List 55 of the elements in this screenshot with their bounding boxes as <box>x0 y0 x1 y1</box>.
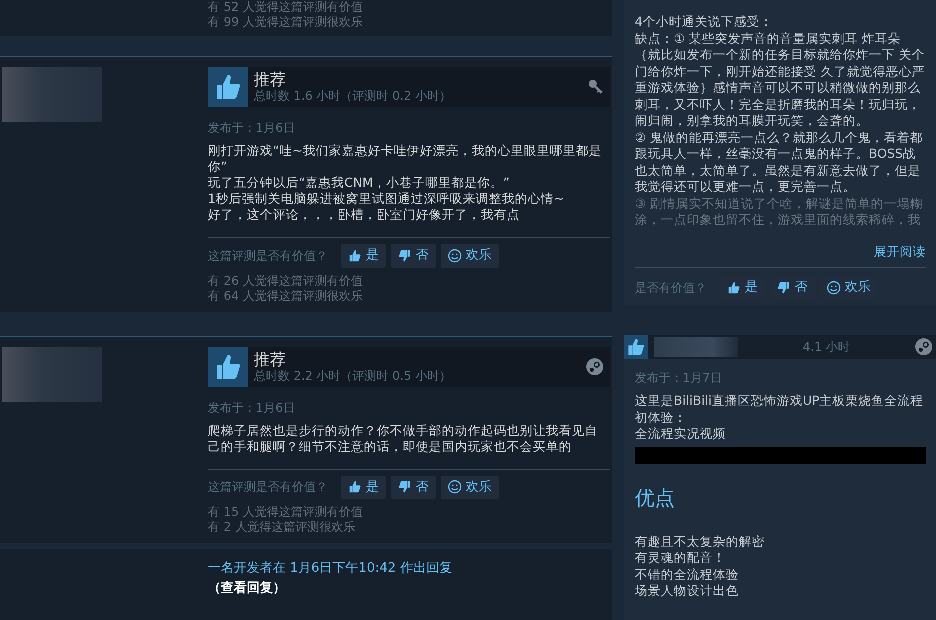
smiley-icon <box>448 248 462 263</box>
list-item-text: 有灵魂的配音！ <box>635 550 727 566</box>
helpful-count: 有 99 人觉得这篇评测很欢乐 <box>208 15 363 30</box>
review-text: 爬梯子居然也是步行的动作？你不做手部的动作起码也别让我看见自己的手和腿啊？细节不注意的话，即使是国内玩家也不会买单的 <box>208 422 599 454</box>
review-text: 好了，这个评论，，，卧槽，卧室门好像开了，我有点 <box>208 207 521 223</box>
review-text: ③ 剧情属实不知道说了个啥，解谜是简单的一塌糊涂，一点印象也留不住，游戏里面的线索稀碎，我 <box>635 196 924 228</box>
thumbs-up-icon <box>348 248 362 263</box>
review-text: 刚打开游戏“哇~我们家嘉惠好卡哇伊好漂亮，我的心里眼里哪里都是你” <box>208 143 603 175</box>
posted-date: 发布于：1月6日 <box>208 120 296 137</box>
expand-link[interactable]: 展开阅读 <box>635 242 926 262</box>
helpful-count: 有 64 人觉得这篇评测很欢乐 <box>208 288 364 304</box>
vote-funny-button[interactable]: 欢乐 <box>441 476 499 499</box>
key-icon <box>588 79 604 95</box>
review-text: 这里是BiliBili直播区恐怖游戏UP主板栗烧鱼全流程初体验： <box>635 393 925 426</box>
helpful-prompt: 这篇评测是否有价值？ <box>208 248 328 265</box>
thumbs-down-icon <box>398 480 412 494</box>
section-heading: 优点 <box>635 486 676 510</box>
smiley-icon <box>827 281 841 295</box>
steam-icon <box>915 338 933 356</box>
helpful-count: 有 26 人觉得这篇评测有价值 <box>208 274 364 288</box>
review-text: 玩了五分钟以后“嘉惠我CNM，小巷子哪里都是你。” <box>208 175 511 191</box>
vote-yes-button[interactable]: 是 <box>341 244 386 268</box>
vote-funny-button[interactable]: 欢乐 <box>441 244 499 268</box>
thumbs-up-icon <box>727 281 741 295</box>
posted-date: 发布于：1月6日 <box>208 400 296 416</box>
list-item-text: 不错的全流程体验 <box>635 566 740 583</box>
thumbs-down-icon <box>777 281 791 295</box>
review-text: 4个小时通关说下感受： <box>635 14 774 30</box>
thumbs-up-icon <box>348 480 362 494</box>
review-text: 缺点：① 某些突发声音的音量属实刺耳 炸耳朵｛就比如发布一个新的任务目标就给你炸一下 关个门给你炸一下，刚开始还能接受 久了就觉得恶心严重游戏体验｝感情声音可以不可以稍微做的别那么刺耳，又不吓人！完全是折磨我的耳朵！玩归玩，闹归闹，别拿我的耳膜开玩笑，会聋的。 <box>635 30 926 130</box>
recommendation-label: 推荐 <box>254 71 287 89</box>
vote-no-button[interactable]: 否 <box>391 476 436 499</box>
helpful-count: 有 15 人觉得这篇评测有价值 <box>208 505 364 520</box>
playtime-text: 总时数 1.6 小时（评测时 0.2 小时） <box>254 89 452 103</box>
smiley-icon <box>448 480 462 494</box>
thumbs-up-icon <box>626 337 646 357</box>
review-text: ② 鬼做的能再漂亮一点么？就那么几个鬼，看着都跟玩具人一样，丝毫没有一点鬼的样子。BOSS战也太简单，太简单了。虽然是有新意去做了，但是我觉得还可以更难一点，更完善一点。 <box>635 130 924 196</box>
view-response-link[interactable]: （查看回复） <box>208 578 612 598</box>
playtime-text: 总时数 2.2 小时（评测时 0.5 小时） <box>254 368 452 382</box>
recommendation-label: 推荐 <box>254 350 287 368</box>
playtime-text: 4.1 小时 <box>802 339 851 356</box>
vote-yes-button[interactable]: 是 <box>341 476 386 499</box>
posted-date: 发布于：1月7日 <box>635 370 724 387</box>
vote-no-button[interactable]: 否 <box>391 244 436 268</box>
helpful-prompt: 这篇评测是否有价值？ <box>208 479 328 496</box>
list-item-text: 有趣且不太复杂的解密 <box>635 534 766 550</box>
helpful-count: 有 52 人觉得这篇评测有价值 <box>208 0 363 15</box>
review-text: 全流程实况视频 <box>635 426 727 442</box>
list-item-text: 场景人物设计出色 <box>635 583 740 600</box>
developer-response-link[interactable]: 一名开发者在 1月6日下午10:42 作出回复 <box>208 559 612 578</box>
review-text: 1秒后强制关电脑躲进被窝里试图通过深呼吸来调整我的心情~ <box>208 191 566 207</box>
thumbs-down-icon <box>398 248 412 263</box>
steam-icon <box>586 358 604 376</box>
helpful-count: 有 2 人觉得这篇评测很欢乐 <box>208 520 356 535</box>
helpful-prompt: 是否有价值？ <box>635 280 707 297</box>
